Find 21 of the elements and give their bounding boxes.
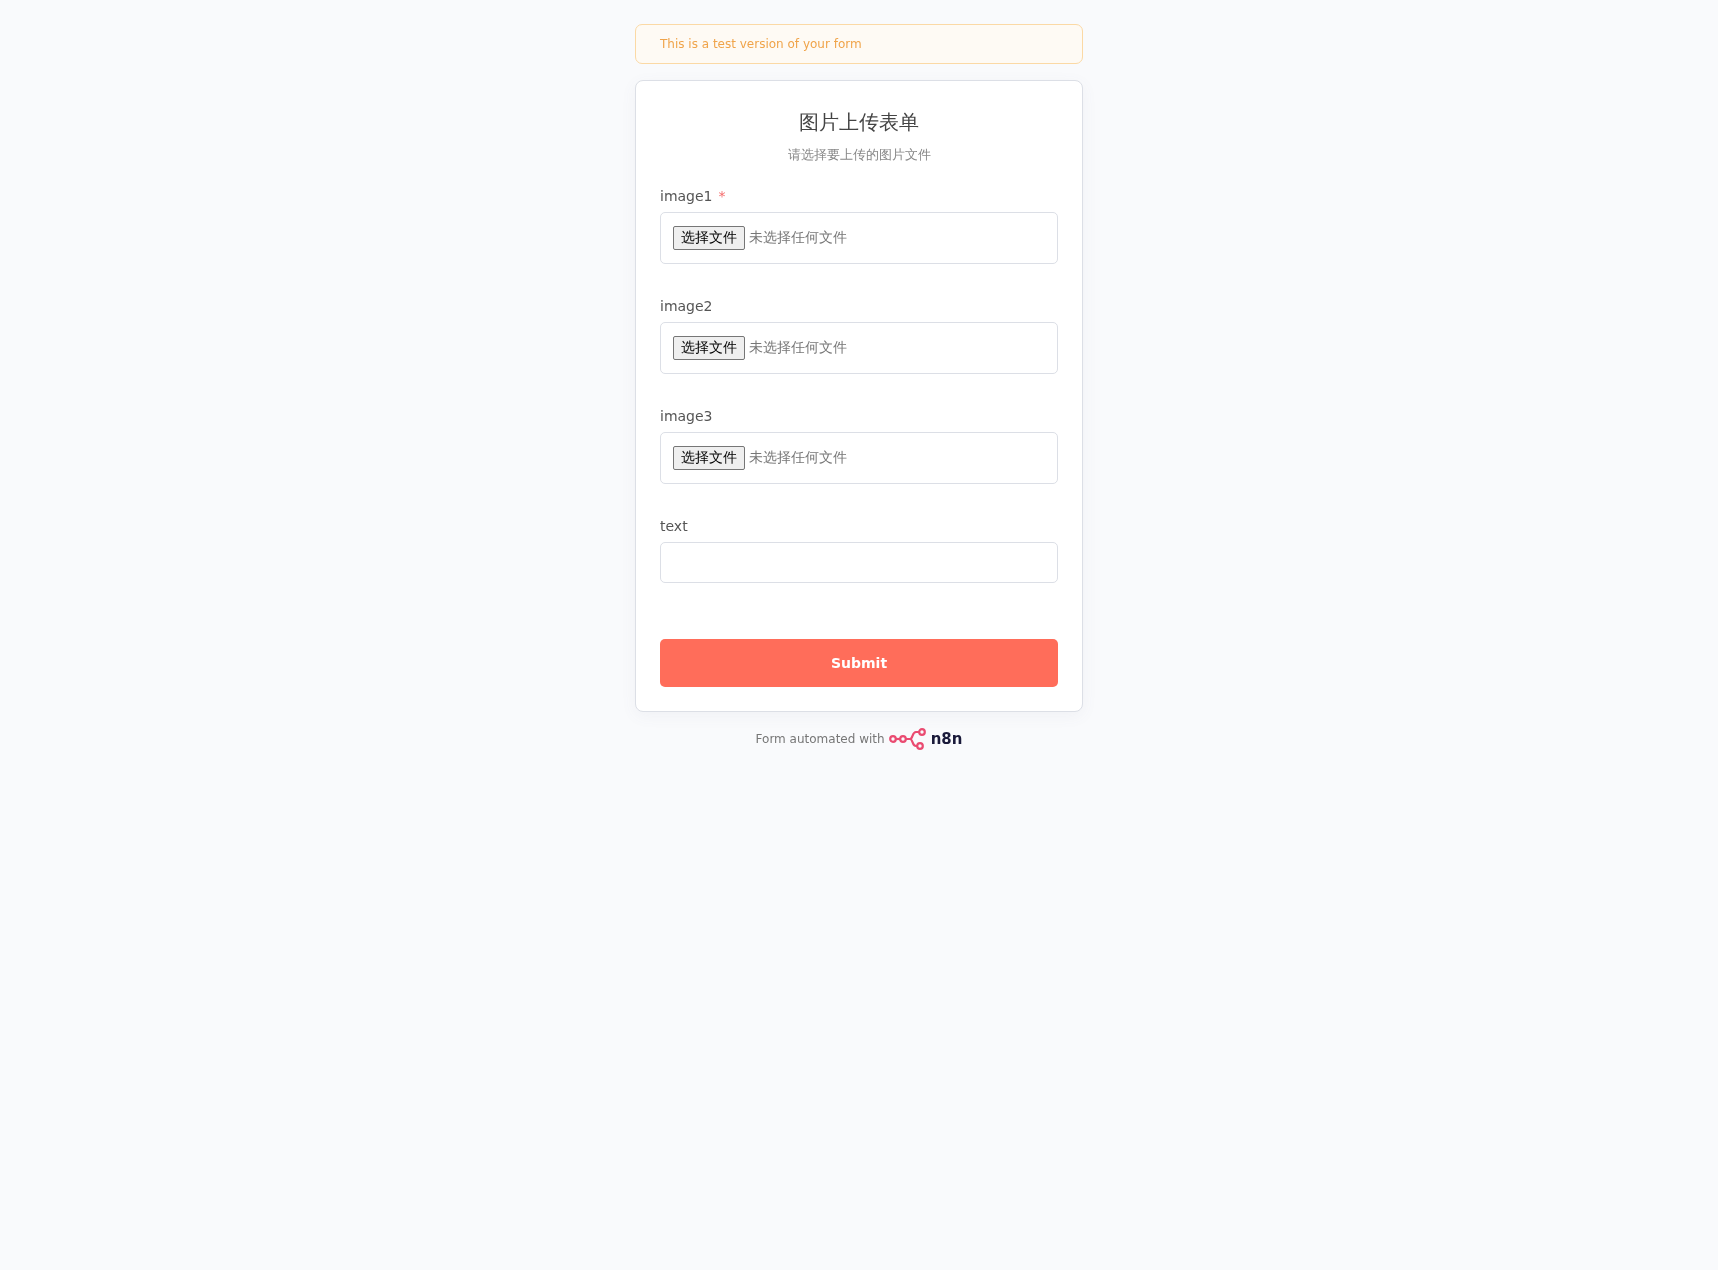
choose-file-button[interactable]: 选择文件 xyxy=(673,226,745,250)
form-title: 图片上传表单 xyxy=(799,109,919,136)
file-input-field[interactable]: 选择文件 未选择任何文件 xyxy=(660,212,1058,264)
text-input-field[interactable] xyxy=(660,542,1058,583)
field-label: image1 xyxy=(660,188,713,204)
file-input-field[interactable]: 选择文件 未选择任何文件 xyxy=(660,322,1058,374)
field-label: text xyxy=(660,518,688,534)
no-file-chosen-text: 未选择任何文件 xyxy=(749,339,847,357)
file-input-field[interactable]: 选择文件 未选择任何文件 xyxy=(660,432,1058,484)
footer-text: Form automated with xyxy=(755,732,885,746)
no-file-chosen-text: 未选择任何文件 xyxy=(749,449,847,467)
banner-text: This is a test version of your form xyxy=(660,37,862,51)
form-subtitle: 请选择要上传的图片文件 xyxy=(787,146,931,164)
nodes-logo-icon xyxy=(888,728,927,750)
no-file-chosen-text: 未选择任何文件 xyxy=(749,229,847,247)
required-asterisk: * xyxy=(718,188,726,204)
brand-name: n8n xyxy=(930,730,963,748)
field-label: image2 xyxy=(660,298,713,314)
choose-file-button[interactable]: 选择文件 xyxy=(673,336,745,360)
field-label: image3 xyxy=(660,408,713,424)
choose-file-button[interactable]: 选择文件 xyxy=(673,446,745,470)
